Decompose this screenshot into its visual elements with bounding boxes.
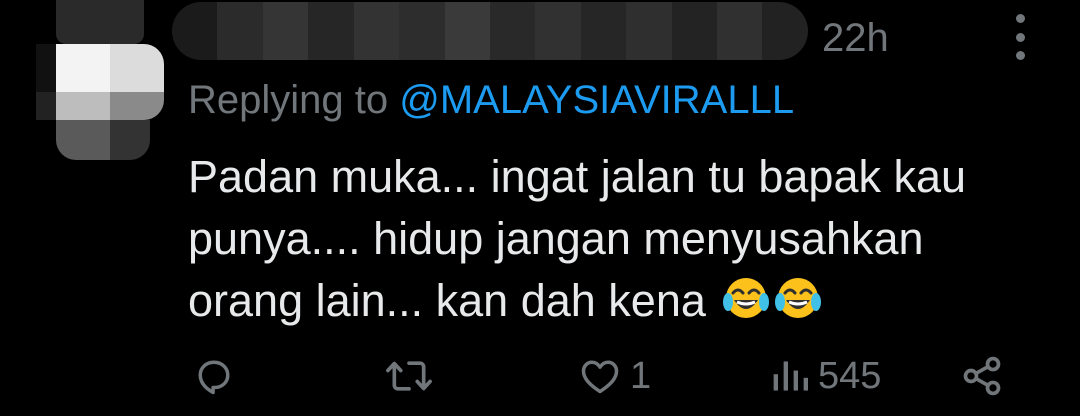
tweet-text-line: punya.... hidup jangan menyusahkan (188, 213, 924, 264)
more-options-icon[interactable] (1006, 14, 1034, 60)
replying-handle-link[interactable]: @MALAYSIAVIRALLL (399, 78, 794, 122)
views-icon (773, 361, 808, 391)
retweet-icon (386, 361, 432, 391)
replying-prefix: Replying to (188, 78, 400, 122)
tweet-text-line-last: orang lain... kan dah kena (188, 270, 1048, 332)
replying-to: Replying to @MALAYSIAVIRALLL (188, 76, 794, 124)
views-button[interactable]: 545 (770, 346, 881, 406)
face-with-tears-of-joy-icon (775, 278, 822, 318)
heart-icon (581, 360, 619, 394)
like-button[interactable]: 1 (578, 346, 651, 406)
tweet-reply[interactable]: 22h Replying to @MALAYSIAVIRALLL Padan m… (0, 0, 1080, 416)
reply-icon (198, 360, 230, 395)
views-count: 545 (818, 354, 882, 397)
face-with-tears-of-joy-icon (723, 278, 770, 318)
share-button[interactable] (960, 346, 1004, 406)
tweet-text-line-content: orang lain... kan dah kena (188, 275, 706, 326)
action-bar: 1 545 (0, 346, 1080, 406)
username-censored[interactable] (172, 2, 808, 60)
like-count: 1 (630, 354, 652, 397)
tweet-text-line: Padan muka... ingat jalan tu bapak kau (188, 151, 967, 202)
retweet-button[interactable] (384, 346, 442, 406)
share-icon (963, 356, 1001, 396)
tweet-text: Padan muka... ingat jalan tu bapak kau p… (188, 146, 1048, 332)
timestamp[interactable]: 22h (822, 14, 889, 62)
reply-button[interactable] (192, 346, 244, 406)
avatar[interactable] (36, 0, 164, 188)
